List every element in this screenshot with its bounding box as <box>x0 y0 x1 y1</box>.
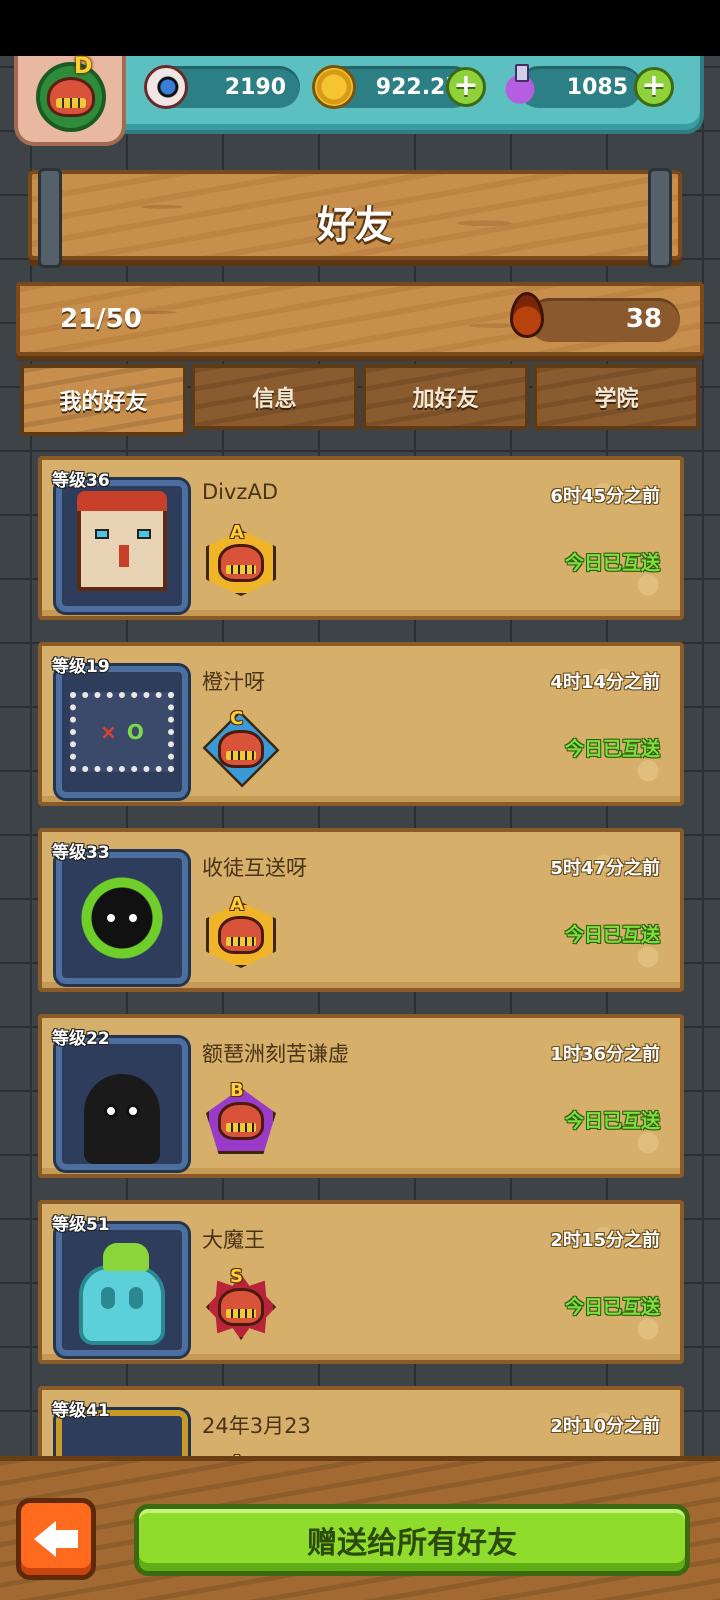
player-rank-letter: D <box>74 54 93 79</box>
status-bar <box>0 0 720 56</box>
tab-add-friend[interactable]: 加好友 <box>362 364 529 430</box>
rank-letter: S <box>230 1266 243 1287</box>
friend-level: 等级19 <box>52 657 110 677</box>
monster-icon <box>218 544 264 582</box>
friend-portrait <box>56 1224 188 1356</box>
friend-card[interactable]: 等级36 DivzAD 6时45分之前 今日已互送 A <box>38 456 684 620</box>
friend-rank-badge: B <box>206 1080 276 1156</box>
page-title: 好友 <box>316 203 393 247</box>
back-button[interactable] <box>16 1498 96 1580</box>
box-face-monster-icon <box>77 491 167 591</box>
friend-last-online: 4时14分之前 <box>550 672 660 693</box>
friend-portrait <box>56 852 188 984</box>
friend-portrait <box>56 480 188 612</box>
friend-level: 等级41 <box>52 1401 110 1421</box>
gift-all-friends-button[interactable]: 赠送给所有好友 <box>134 1504 690 1576</box>
tab-my-friends[interactable]: 我的好友 <box>20 364 187 436</box>
friend-card[interactable]: 等级33 收徒互送呀 5时47分之前 今日已互送 A <box>38 828 684 992</box>
rank-letter: A <box>230 522 244 543</box>
friend-count: 21/50 <box>60 304 142 334</box>
friend-level: 等级51 <box>52 1215 110 1235</box>
friend-name: 收徒互送呀 <box>202 856 307 880</box>
friend-gift-status: 今日已互送 <box>564 1110 660 1132</box>
friend-last-online: 2时15分之前 <box>550 1230 660 1251</box>
friend-name: 24年3月23 <box>202 1414 311 1438</box>
friend-level: 等级36 <box>52 471 110 491</box>
rank-letter: B <box>230 1080 244 1101</box>
friend-gift-status: 今日已互送 <box>564 924 660 946</box>
friend-last-online: 6时45分之前 <box>550 486 660 507</box>
monster-icon <box>218 730 264 768</box>
eyeball-icon <box>144 65 188 109</box>
title-board: 好友 <box>28 168 682 268</box>
friend-name: 额琶洲刻苦谦虚 <box>202 1042 349 1066</box>
cloud-tictactoe-monster-icon: × O <box>70 692 174 772</box>
friend-card[interactable]: 等级51 大魔王 2时15分之前 今日已互送 S <box>38 1200 684 1364</box>
coin-icon <box>312 65 356 109</box>
friend-portrait <box>56 1038 188 1170</box>
friend-rank-badge: A <box>206 894 276 970</box>
friend-list[interactable]: 等级36 DivzAD 6时45分之前 今日已互送 A × O 等级19 橙汁呀 … <box>38 456 684 1476</box>
potion-icon <box>498 62 542 106</box>
friend-card[interactable]: 等级22 额琶洲刻苦谦虚 1时36分之前 今日已互送 B <box>38 1014 684 1178</box>
friend-card[interactable]: × O 等级19 橙汁呀 4时14分之前 今日已互送 C <box>38 642 684 806</box>
monster-icon <box>218 1288 264 1326</box>
friend-name: 橙汁呀 <box>202 670 265 694</box>
rank-letter: C <box>230 708 244 729</box>
friend-gift-status: 今日已互送 <box>564 1296 660 1318</box>
friend-rank-badge: C <box>202 708 280 788</box>
back-arrow-icon <box>34 1521 78 1557</box>
currency-bar: 2190 922.2k + 1085 + <box>96 56 704 134</box>
rank-letter: A <box>230 894 244 915</box>
add-coins-button[interactable]: + <box>446 67 486 107</box>
shadow-ghost-monster-icon <box>84 1074 160 1164</box>
blood-count: 38 <box>528 298 680 342</box>
slime-jelly-monster-icon <box>79 1243 165 1345</box>
friend-gift-status: 今日已互送 <box>564 738 660 760</box>
friend-last-online: 2时10分之前 <box>550 1416 660 1437</box>
friend-name: DivzAD <box>202 480 278 504</box>
add-potions-button[interactable]: + <box>634 67 674 107</box>
player-rank-badge <box>36 62 106 132</box>
friend-name: 大魔王 <box>202 1228 265 1252</box>
friend-level: 等级33 <box>52 843 110 863</box>
monster-icon <box>218 916 264 954</box>
friend-gift-status: 今日已互送 <box>564 552 660 574</box>
player-avatar[interactable]: D <box>14 54 126 146</box>
monster-icon <box>47 77 95 117</box>
friend-rank-badge: A <box>206 522 276 598</box>
tab-bar: 我的好友 信息 加好友 学院 <box>20 364 700 436</box>
friend-rank-badge: S <box>206 1266 276 1342</box>
tab-academy[interactable]: 学院 <box>533 364 700 430</box>
friend-level: 等级22 <box>52 1029 110 1049</box>
friend-portrait: × O <box>56 666 188 798</box>
blood-drop-icon <box>510 292 544 338</box>
friend-last-online: 1时36分之前 <box>550 1044 660 1065</box>
monster-icon <box>218 1102 264 1140</box>
friend-count-board: 21/50 38 <box>16 282 704 356</box>
fuzzy-black-monster-icon <box>72 868 172 968</box>
friend-last-online: 5时47分之前 <box>550 858 660 879</box>
tab-messages[interactable]: 信息 <box>191 364 358 430</box>
